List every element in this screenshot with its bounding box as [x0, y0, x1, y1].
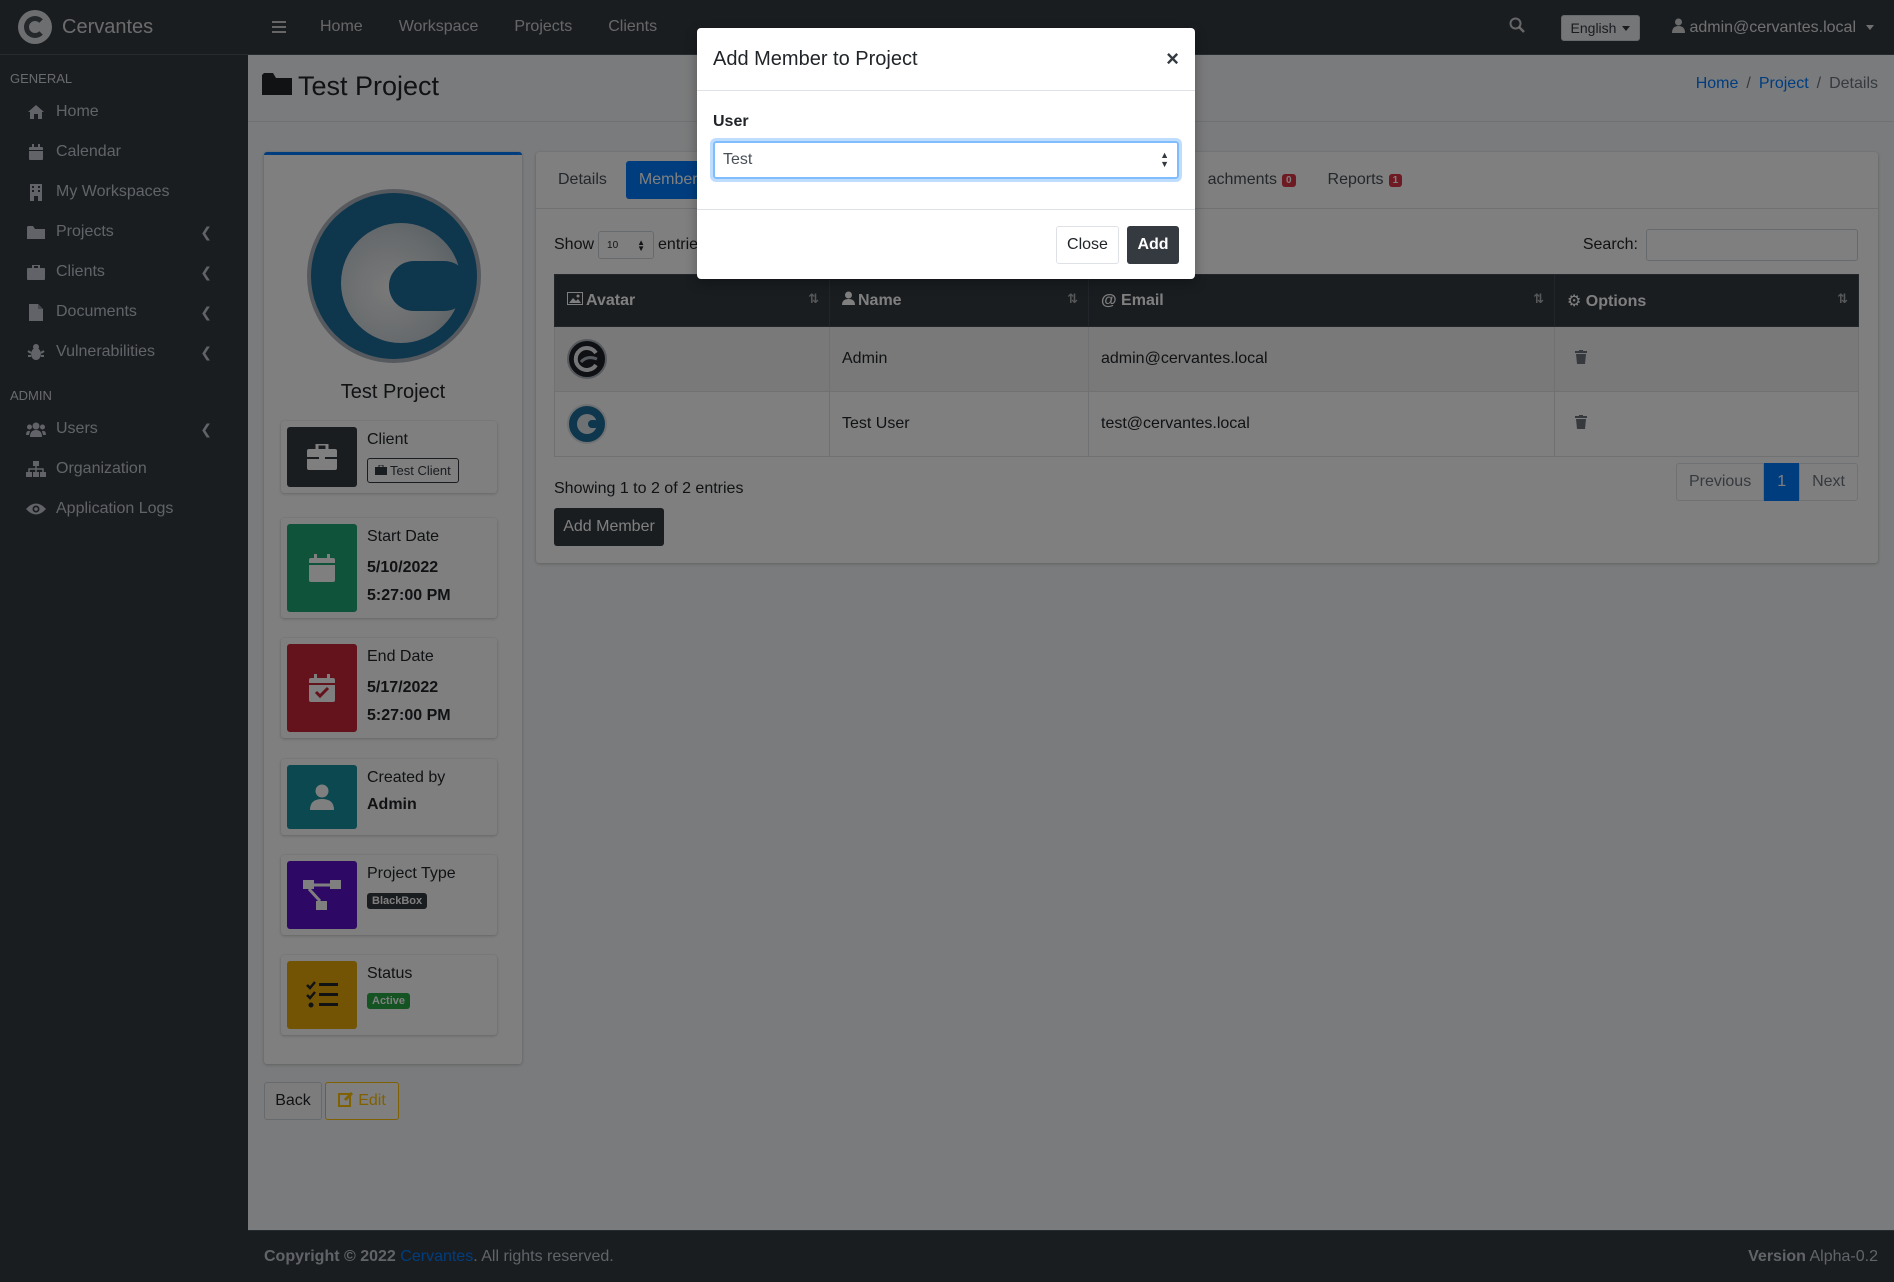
add-member-modal: Add Member to Project × User Test ▲ ▼ Clo…: [697, 28, 1195, 279]
user-select-value: Test: [723, 151, 753, 168]
modal-title: Add Member to Project: [713, 47, 918, 70]
modal-body: User Test ▲ ▼: [697, 91, 1195, 210]
user-field-label: User: [713, 113, 749, 130]
modal-header: Add Member to Project ×: [697, 28, 1195, 91]
modal-close-button[interactable]: Close: [1056, 226, 1119, 264]
modal-add-button[interactable]: Add: [1127, 226, 1179, 264]
close-icon[interactable]: ×: [1166, 46, 1179, 72]
select-arrows-icon: ▲▼: [1160, 150, 1169, 169]
user-select[interactable]: Test ▲ ▼: [713, 141, 1179, 179]
